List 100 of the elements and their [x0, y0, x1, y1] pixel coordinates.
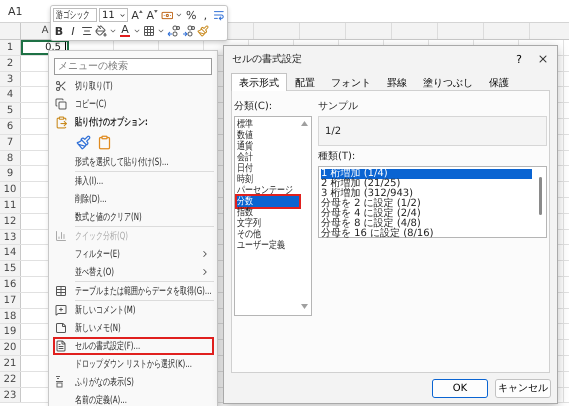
- menu-item[interactable]: コピー(C): [53, 95, 214, 113]
- menu-item[interactable]: 挿入(I)...: [53, 172, 214, 190]
- grow-font-button[interactable]: A: [130, 8, 144, 22]
- menu-item[interactable]: フィルター(E): [53, 245, 214, 263]
- align-center-icon[interactable]: [81, 25, 93, 37]
- row-header[interactable]: 22: [0, 372, 21, 387]
- scroll-down-icon[interactable]: [301, 304, 308, 309]
- decrease-decimal-icon[interactable]: [182, 25, 195, 37]
- font-color-button[interactable]: A: [119, 24, 131, 38]
- caret-icon[interactable]: [133, 27, 141, 35]
- row-header[interactable]: 10: [0, 182, 21, 197]
- row-header[interactable]: 5: [0, 103, 21, 118]
- row-header[interactable]: 19: [0, 324, 21, 340]
- row-header[interactable]: 2: [0, 56, 21, 71]
- wrap-text-icon[interactable]: [213, 9, 226, 21]
- tab[interactable]: 保護: [481, 74, 517, 90]
- menu-item[interactable]: 数式と値のクリア(N): [53, 208, 214, 226]
- scrollbar-thumb[interactable]: [539, 177, 542, 215]
- menu-item[interactable]: 新しいコメント(M): [53, 301, 214, 319]
- row-header[interactable]: 11: [0, 198, 21, 213]
- category-item[interactable]: 時刻: [237, 174, 299, 185]
- type-item[interactable]: 分母を 8 に設定 (4/8): [321, 219, 532, 229]
- row-header[interactable]: 1: [0, 40, 21, 55]
- paste-formatting-button[interactable]: [75, 134, 92, 150]
- name-box[interactable]: A1: [8, 4, 48, 18]
- menu-item[interactable]: 形式を選択して貼り付け(S)...: [53, 153, 214, 171]
- column-header[interactable]: A: [42, 25, 48, 36]
- row-header[interactable]: 7: [0, 134, 21, 150]
- category-list[interactable]: 標準 数値 通貨 会計 日付 時刻 パーセンテージ 分数 指数 文字列 その他 ユーザー定義: [234, 116, 312, 316]
- paste-button[interactable]: [96, 134, 113, 150]
- format-button[interactable]: ,: [199, 8, 212, 22]
- tab[interactable]: 塗りつぶし: [415, 74, 481, 90]
- chart-icon: [55, 230, 67, 242]
- ok-button[interactable]: OK: [432, 378, 488, 398]
- row-header[interactable]: 13: [0, 230, 21, 244]
- menu-item[interactable]: 削除(D)...: [53, 190, 214, 208]
- row-header[interactable]: 12: [0, 214, 21, 229]
- type-item[interactable]: 3 桁増加 (312/943): [321, 189, 532, 199]
- menu-item[interactable]: ドロップダウン リストから選択(K)...: [53, 355, 214, 373]
- row-header[interactable]: 18: [0, 308, 21, 324]
- shrink-font-button[interactable]: A: [146, 8, 159, 22]
- menu-item[interactable]: テーブルまたは範囲からデータを取得(G)...: [53, 282, 214, 300]
- row-header[interactable]: 6: [0, 118, 21, 134]
- category-item[interactable]: 文字列: [237, 218, 299, 229]
- table-icon: [55, 285, 67, 297]
- category-item[interactable]: 通貨: [237, 141, 299, 152]
- row-header[interactable]: 8: [0, 150, 21, 166]
- tab[interactable]: 配置: [287, 74, 323, 90]
- type-item[interactable]: 2 桁増加 (21/25): [321, 179, 532, 189]
- type-item[interactable]: 分母を 16 に設定 (8/16): [321, 229, 532, 239]
- category-item[interactable]: 会計: [237, 152, 299, 163]
- category-item[interactable]: その他: [237, 229, 299, 240]
- row-header[interactable]: 14: [0, 245, 21, 260]
- row-header[interactable]: 21: [0, 356, 21, 371]
- row-header[interactable]: 3: [0, 72, 21, 86]
- bold-button[interactable]: B: [53, 24, 65, 38]
- menu-item[interactable]: ふりがなの表示(S): [53, 373, 214, 391]
- tab[interactable]: 罫線: [379, 74, 415, 90]
- menu-search-field[interactable]: メニューの検索: [54, 58, 212, 75]
- category-item[interactable]: ユーザー定義: [237, 240, 299, 251]
- menu-item[interactable]: セルの書式設定(F)...: [53, 337, 214, 355]
- type-item[interactable]: 分母を 2 に設定 (1/2): [321, 199, 532, 209]
- row-header[interactable]: 20: [0, 340, 21, 355]
- tab[interactable]: 表示形式: [231, 73, 287, 91]
- font-size-field[interactable]: 11: [99, 8, 128, 22]
- menu-item[interactable]: 並べ替え(O): [53, 263, 214, 281]
- menu-item[interactable]: 新しいメモ(N): [53, 319, 214, 337]
- category-label: 分類(C):: [234, 100, 274, 113]
- row-header[interactable]: 15: [0, 261, 21, 276]
- category-item[interactable]: 分数: [237, 196, 299, 207]
- category-item[interactable]: 指数: [237, 207, 299, 218]
- copy-icon: [55, 98, 67, 110]
- menu-item[interactable]: 名前の定義(A)...: [53, 391, 214, 406]
- category-item[interactable]: 数値: [237, 130, 299, 141]
- caret-icon[interactable]: [109, 27, 117, 35]
- font-name-field[interactable]: 游ゴシック: [53, 8, 97, 22]
- scroll-up-icon[interactable]: [301, 121, 308, 126]
- menu-item[interactable]: 切り取り(T): [53, 77, 214, 95]
- row-header[interactable]: 17: [0, 292, 21, 308]
- fill-color-icon[interactable]: [95, 25, 107, 37]
- cancel-button[interactable]: キャンセル: [495, 378, 551, 398]
- tab[interactable]: フォント: [323, 74, 379, 90]
- category-item[interactable]: 標準: [237, 119, 299, 130]
- type-item[interactable]: 分母を 4 に設定 (2/4): [321, 209, 532, 219]
- caret-icon[interactable]: [157, 27, 165, 35]
- caret-icon[interactable]: [175, 11, 184, 19]
- increase-decimal-icon[interactable]: [167, 25, 180, 37]
- category-item[interactable]: 日付: [237, 163, 299, 174]
- borders-icon[interactable]: [143, 25, 155, 37]
- help-button[interactable]: ?: [509, 52, 529, 66]
- category-item[interactable]: パーセンテージ: [237, 185, 299, 196]
- row-header[interactable]: 16: [0, 276, 21, 292]
- caret-icon[interactable]: [119, 12, 126, 18]
- row-header[interactable]: 4: [0, 87, 21, 102]
- italic-button[interactable]: I: [67, 24, 79, 38]
- row-header[interactable]: 23: [0, 388, 21, 402]
- format-button[interactable]: %: [185, 8, 198, 22]
- row-header[interactable]: 9: [0, 166, 21, 182]
- close-icon[interactable]: [537, 53, 549, 65]
- note-icon: [55, 322, 67, 334]
